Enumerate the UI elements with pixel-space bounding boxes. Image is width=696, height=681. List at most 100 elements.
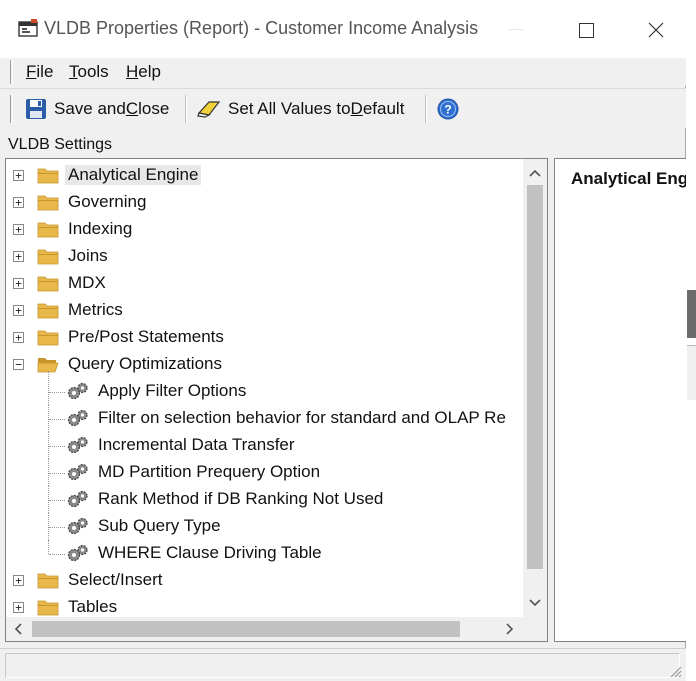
- toolbar: Save and Close Set All Values to Default…: [0, 88, 686, 128]
- close-button[interactable]: [626, 10, 686, 50]
- set-default-accel: D: [350, 99, 363, 118]
- chevron-down-icon: [529, 599, 541, 607]
- set-all-default-button[interactable]: Set All Values to Default: [197, 97, 404, 121]
- minimize-icon: [509, 29, 523, 30]
- expand-toggle[interactable]: +: [13, 575, 24, 586]
- folder-icon: [37, 600, 59, 616]
- tree-folder-item[interactable]: + Pre/Post Statements: [6, 324, 521, 351]
- expand-toggle[interactable]: +: [13, 305, 24, 316]
- tree-folder-label: Pre/Post Statements: [68, 327, 224, 346]
- tree-setting-item[interactable]: Filter on selection behavior for standar…: [6, 405, 521, 432]
- tree-setting-label: Incremental Data Transfer: [98, 435, 295, 454]
- vertical-scrollbar[interactable]: [523, 159, 547, 617]
- save-close-label-pre: Save and: [54, 99, 126, 118]
- tree-folder-label: Analytical Engine: [65, 165, 202, 185]
- tree-folder-label: MDX: [68, 273, 106, 292]
- save-and-close-button[interactable]: Save and Close: [25, 97, 169, 121]
- close-icon: [648, 22, 664, 38]
- app-icon: [18, 19, 38, 37]
- background-strip-block: [687, 290, 696, 338]
- toolbar-separator: [185, 95, 187, 123]
- folder-icon: [37, 276, 59, 292]
- scroll-left-arrow[interactable]: [6, 617, 30, 641]
- floppy-disk-icon: [26, 99, 46, 119]
- expand-toggle[interactable]: +: [13, 197, 24, 208]
- menu-help-accel: H: [126, 62, 139, 81]
- menu-file-label: ile: [36, 62, 54, 81]
- folder-icon: [37, 303, 59, 319]
- scroll-down-arrow[interactable]: [523, 591, 547, 615]
- tree-connector: [49, 527, 65, 528]
- tree-folder-item[interactable]: − Query Optimizations: [6, 351, 521, 378]
- tree-setting-item[interactable]: Incremental Data Transfer: [6, 432, 521, 459]
- tree-setting-item[interactable]: MD Partition Prequery Option: [6, 459, 521, 486]
- tree-connector: [48, 371, 49, 379]
- background-strip-block: [687, 345, 696, 400]
- menu-file[interactable]: File: [26, 62, 53, 82]
- menu-help[interactable]: Help: [126, 62, 161, 82]
- toolbar-separator: [425, 95, 427, 123]
- expand-toggle[interactable]: +: [13, 251, 24, 262]
- tree-setting-label: WHERE Clause Driving Table: [98, 543, 322, 562]
- menu-tools-label: ools: [77, 62, 109, 81]
- minimize-button[interactable]: [486, 10, 546, 50]
- tree-folder-label: Joins: [68, 246, 108, 265]
- maximize-button[interactable]: [556, 10, 616, 50]
- vertical-scroll-thumb[interactable]: [527, 185, 543, 569]
- help-button[interactable]: ?: [437, 97, 466, 121]
- folder-icon: [37, 168, 59, 184]
- folder-icon: [37, 222, 59, 238]
- menubar-grip: [10, 60, 13, 84]
- folder-icon: [37, 249, 59, 265]
- expand-toggle[interactable]: +: [13, 332, 24, 343]
- vldb-settings-tree[interactable]: + Analytical Engine + Governing + Indexing + Jo…: [5, 158, 548, 642]
- tree-folder-item[interactable]: + Analytical Engine: [6, 162, 521, 189]
- tree-setting-item[interactable]: WHERE Clause Driving Table: [6, 540, 521, 567]
- gears-icon: [67, 436, 88, 454]
- expand-toggle[interactable]: +: [13, 224, 24, 235]
- gears-icon: [67, 490, 88, 508]
- expand-toggle[interactable]: +: [13, 278, 24, 289]
- gears-icon: [67, 463, 88, 481]
- scrollbar-corner: [523, 617, 547, 641]
- scroll-right-arrow[interactable]: [498, 617, 522, 641]
- horizontal-scrollbar[interactable]: [6, 617, 524, 641]
- collapse-toggle[interactable]: −: [13, 359, 24, 370]
- tree-connector: [49, 392, 65, 393]
- set-default-label-pre: Set All Values to: [228, 99, 351, 118]
- tree-setting-item[interactable]: Apply Filter Options: [6, 378, 521, 405]
- tree-setting-label: MD Partition Prequery Option: [98, 462, 321, 481]
- gears-icon: [67, 409, 88, 427]
- status-bar: [0, 648, 686, 681]
- tree-setting-label: Filter on selection behavior for standar…: [98, 408, 506, 427]
- expand-toggle[interactable]: +: [13, 170, 24, 181]
- expand-toggle[interactable]: +: [13, 602, 24, 613]
- tree-folder-item[interactable]: + Select/Insert: [6, 567, 521, 594]
- horizontal-scroll-thumb[interactable]: [32, 621, 460, 637]
- window-title: VLDB Properties (Report) - Customer Inco…: [44, 18, 479, 38]
- tree-setting-label: Sub Query Type: [98, 516, 221, 535]
- menu-file-accel: F: [26, 62, 37, 81]
- tree-folder-item[interactable]: + Joins: [6, 243, 521, 270]
- background-window-strip: [687, 0, 696, 681]
- tree-folder-item[interactable]: + MDX: [6, 270, 521, 297]
- scroll-up-arrow[interactable]: [523, 161, 547, 185]
- tree-setting-item[interactable]: Rank Method if DB Ranking Not Used: [6, 486, 521, 513]
- chevron-right-icon: [506, 623, 514, 635]
- set-default-label-post: efault: [362, 99, 405, 118]
- menu-bar: File Tools Help: [0, 58, 686, 86]
- tree-folder-label: Indexing: [68, 219, 133, 238]
- tree-folder-label: Tables: [68, 597, 118, 616]
- tree-folder-item[interactable]: + Indexing: [6, 216, 521, 243]
- tree-folder-item[interactable]: + Metrics: [6, 297, 521, 324]
- tree-setting-item[interactable]: Sub Query Type: [6, 513, 521, 540]
- vldb-settings-label: VLDB Settings: [8, 136, 113, 153]
- menu-tools[interactable]: Tools: [69, 62, 109, 82]
- tree-folder-item[interactable]: + Governing: [6, 189, 521, 216]
- svg-text:?: ?: [444, 103, 451, 117]
- resize-grip-icon[interactable]: [668, 664, 682, 678]
- setting-detail-panel: Analytical Eng: [554, 158, 686, 642]
- tree-setting-label: Apply Filter Options: [98, 381, 247, 400]
- maximize-icon: [578, 22, 594, 38]
- save-close-label-post: lose: [138, 99, 170, 118]
